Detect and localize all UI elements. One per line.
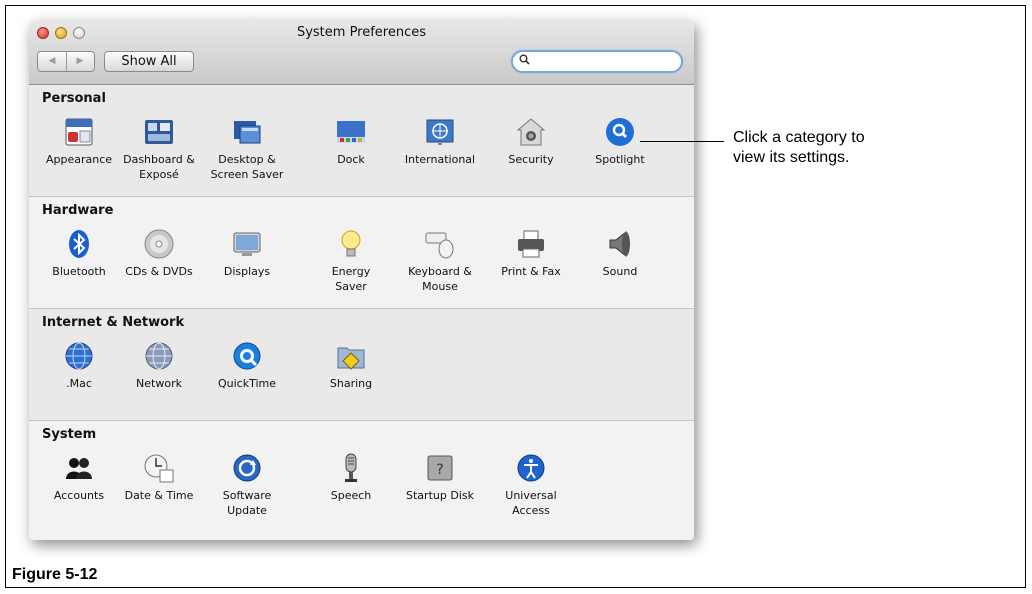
energy-saver-icon	[335, 228, 367, 260]
pref-label: Desktop & Screen Saver	[210, 153, 284, 181]
security-icon	[515, 116, 547, 148]
pref-label: Network	[136, 377, 182, 390]
pref-bluetooth[interactable]: Bluetooth	[40, 228, 118, 279]
section-hardware: Hardware Bluetooth CDs & DVDs Displays E…	[29, 197, 694, 309]
section-system: System Accounts Date & Time Software Upd…	[29, 421, 694, 540]
pref-label: Universal Access	[505, 489, 557, 517]
system-preferences-window: System Preferences ◀ ▶ Show All Personal…	[29, 20, 694, 540]
pref-displays[interactable]: Displays	[208, 228, 286, 279]
dock-icon	[335, 116, 367, 148]
desktop-icon	[231, 116, 263, 148]
pref-label: Displays	[223, 265, 271, 278]
section-internet-network: Internet & Network .Mac Network QuickTim…	[29, 309, 694, 421]
pref-speech[interactable]: Speech	[312, 452, 390, 503]
pref-label: Dock	[337, 153, 365, 166]
pref-cds-dvds[interactable]: CDs & DVDs	[120, 228, 198, 279]
section-personal: Personal Appearance Dashboard & Exposé D…	[29, 85, 694, 197]
international-icon	[424, 116, 456, 148]
search-input[interactable]	[535, 53, 679, 72]
pref-date-time[interactable]: Date & Time	[120, 452, 198, 503]
callout-line	[640, 141, 724, 142]
network-globe-icon	[143, 340, 175, 372]
pref-label: Bluetooth	[52, 265, 106, 278]
pref-appearance[interactable]: Appearance	[40, 116, 118, 167]
show-all-button[interactable]: Show All	[104, 51, 194, 72]
pref-dashboard-expose[interactable]: Dashboard & Exposé	[120, 116, 198, 182]
appearance-icon	[63, 116, 95, 148]
pref-startup-disk[interactable]: ? Startup Disk	[401, 452, 479, 503]
software-update-icon	[231, 452, 263, 484]
displays-icon	[231, 228, 263, 260]
pref-label: Security	[508, 153, 554, 166]
callout-text: Click a category to view its settings.	[733, 129, 865, 166]
speaker-icon	[604, 228, 636, 260]
pref-label: Spotlight	[595, 153, 645, 166]
section-title: Internet & Network	[42, 315, 185, 330]
pref-label: Sound	[602, 265, 638, 278]
pref-desktop-screen-saver[interactable]: Desktop & Screen Saver	[208, 116, 286, 182]
pref-accounts[interactable]: Accounts	[40, 452, 118, 503]
pref-label: .Mac	[66, 377, 92, 390]
cd-dvd-icon	[143, 228, 175, 260]
hard-disk-icon: ?	[424, 452, 456, 484]
pref-international[interactable]: International	[401, 116, 479, 167]
pref-label: Accounts	[53, 489, 105, 502]
pref-network[interactable]: Network	[120, 340, 198, 391]
pref-label: Appearance	[45, 153, 113, 166]
search-icon	[519, 54, 530, 68]
title-bar: System Preferences ◀ ▶ Show All	[29, 20, 694, 85]
pref-label: Sharing	[329, 377, 373, 390]
pref-dock[interactable]: Dock	[312, 116, 390, 167]
pref-sharing[interactable]: Sharing	[312, 340, 390, 391]
pref-security[interactable]: Security	[492, 116, 570, 167]
dashboard-icon	[143, 116, 175, 148]
pref-energy-saver[interactable]: Energy Saver	[312, 228, 390, 294]
pref-keyboard-mouse[interactable]: Keyboard & Mouse	[401, 228, 479, 294]
pref-label: International	[404, 153, 476, 166]
search-field[interactable]	[511, 50, 683, 73]
pref-label: Print & Fax	[501, 265, 561, 278]
pref-label: Startup Disk	[406, 489, 474, 502]
pref-universal-access[interactable]: Universal Access	[492, 452, 570, 518]
pref-label: Energy Saver	[331, 265, 371, 293]
universal-access-icon	[515, 452, 547, 484]
quicktime-icon	[231, 340, 263, 372]
microphone-icon	[335, 452, 367, 484]
pref-label: Keyboard & Mouse	[408, 265, 472, 293]
pref-print-fax[interactable]: Print & Fax	[492, 228, 570, 279]
figure-label: Figure 5-12	[12, 566, 98, 583]
forward-button[interactable]: ▶	[66, 52, 94, 71]
pref-label: Date & Time	[124, 489, 194, 502]
keyboard-mouse-icon	[424, 228, 456, 260]
pref-label: Speech	[330, 489, 372, 502]
svg-text:?: ?	[436, 462, 443, 478]
pref-label: Dashboard & Exposé	[123, 153, 195, 181]
pref-label: Software Update	[222, 489, 272, 517]
section-title: System	[42, 427, 97, 442]
back-button[interactable]: ◀	[38, 52, 67, 71]
pref-label: CDs & DVDs	[125, 265, 193, 278]
accounts-icon	[63, 452, 95, 484]
section-title: Personal	[42, 91, 106, 106]
mac-globe-icon	[63, 340, 95, 372]
pref-mac[interactable]: .Mac	[40, 340, 118, 391]
navigation-buttons: ◀ ▶	[37, 51, 95, 72]
spotlight-icon	[604, 116, 636, 148]
pref-software-update[interactable]: Software Update	[208, 452, 286, 518]
section-title: Hardware	[42, 203, 114, 218]
pref-quicktime[interactable]: QuickTime	[208, 340, 286, 391]
window-title: System Preferences	[296, 25, 427, 40]
clock-calendar-icon	[143, 452, 175, 484]
printer-icon	[515, 228, 547, 260]
sharing-folder-icon	[335, 340, 367, 372]
pref-label: QuickTime	[217, 377, 277, 390]
pref-sound[interactable]: Sound	[581, 228, 659, 279]
bluetooth-icon	[63, 228, 95, 260]
